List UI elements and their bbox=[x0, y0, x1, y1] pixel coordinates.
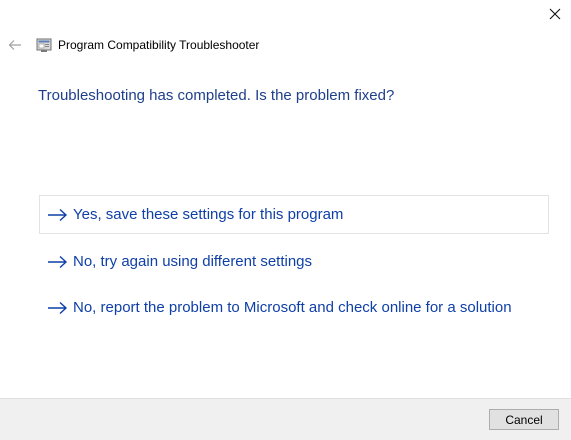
option-label: No, try again using different settings bbox=[73, 252, 313, 270]
close-button[interactable] bbox=[545, 4, 565, 24]
arrow-right-icon bbox=[48, 208, 68, 221]
option-no-report-problem[interactable]: No, report the problem to Microsoft and … bbox=[39, 288, 549, 327]
back-arrow-icon bbox=[8, 40, 21, 50]
arrow-right-icon bbox=[48, 255, 68, 268]
troubleshooter-window: Program Compatibility Troubleshooter Tro… bbox=[0, 0, 571, 440]
page-heading: Troubleshooting has completed. Is the pr… bbox=[38, 87, 395, 104]
arrow-right-icon bbox=[48, 301, 68, 314]
close-icon bbox=[549, 8, 561, 20]
window-title: Program Compatibility Troubleshooter bbox=[58, 38, 260, 52]
cancel-button[interactable]: Cancel bbox=[489, 409, 559, 430]
option-yes-save-settings[interactable]: Yes, save these settings for this progra… bbox=[39, 195, 549, 234]
option-no-try-again[interactable]: No, try again using different settings bbox=[39, 242, 549, 281]
troubleshooter-app-icon bbox=[36, 38, 52, 52]
back-button[interactable] bbox=[6, 36, 24, 54]
option-label: Yes, save these settings for this progra… bbox=[73, 205, 344, 223]
option-label: No, report the problem to Microsoft and … bbox=[73, 298, 512, 316]
footer-bar: Cancel bbox=[0, 398, 571, 440]
